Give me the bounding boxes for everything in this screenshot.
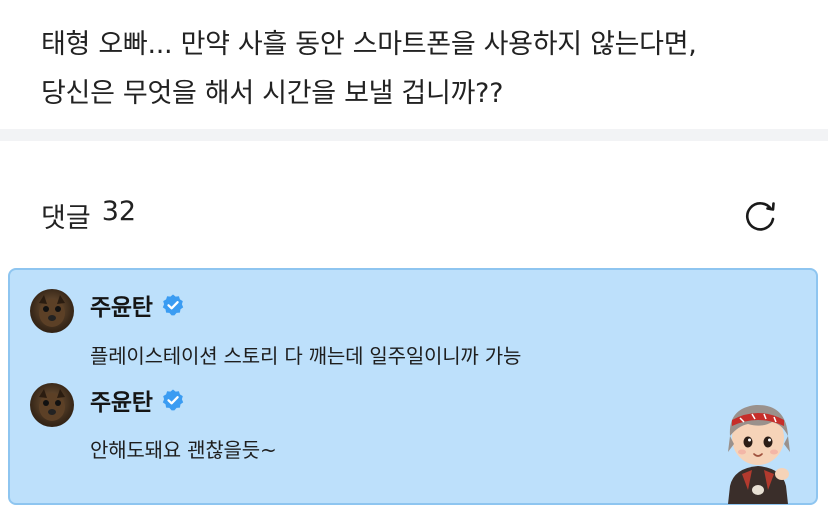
comments-count: 32 [101, 196, 137, 227]
post-text-line-1: 태형 오빠... 만약 사흘 동안 스마트폰을 사용하지 않는다면, [41, 29, 697, 60]
avatar[interactable] [30, 289, 74, 333]
comment-text: 안해도돼요 괜찮을듯~ [90, 438, 277, 462]
post-text-line-2: 당신은 무엇을 해서 시간을 보낼 겁니까?? [41, 78, 504, 109]
refresh-button[interactable] [740, 197, 780, 237]
character-sticker [728, 404, 790, 504]
author-row: 주윤탄 [90, 383, 185, 417]
highlighted-comments: 주윤탄 플레이스테이션 스토리 다 깨는데 일주일이니까 가능 주윤탄 안해도돼… [8, 268, 818, 505]
refresh-icon [745, 202, 775, 231]
verified-badge-icon [162, 389, 183, 411]
verified-badge-icon [162, 294, 183, 316]
avatar[interactable] [30, 383, 74, 427]
comment-text: 플레이스테이션 스토리 다 깨는데 일주일이니까 가능 [90, 344, 522, 368]
author-row: 주윤탄 [90, 288, 185, 322]
author-name[interactable]: 주윤탄 [90, 288, 153, 322]
author-name[interactable]: 주윤탄 [90, 383, 153, 417]
comments-label: 댓글 [41, 203, 91, 234]
post-body: 태형 오빠... 만약 사흘 동안 스마트폰을 사용하지 않는다면, 당신은 무… [41, 20, 801, 118]
comments-header: 댓글 32 [41, 196, 136, 235]
section-divider [0, 129, 828, 141]
